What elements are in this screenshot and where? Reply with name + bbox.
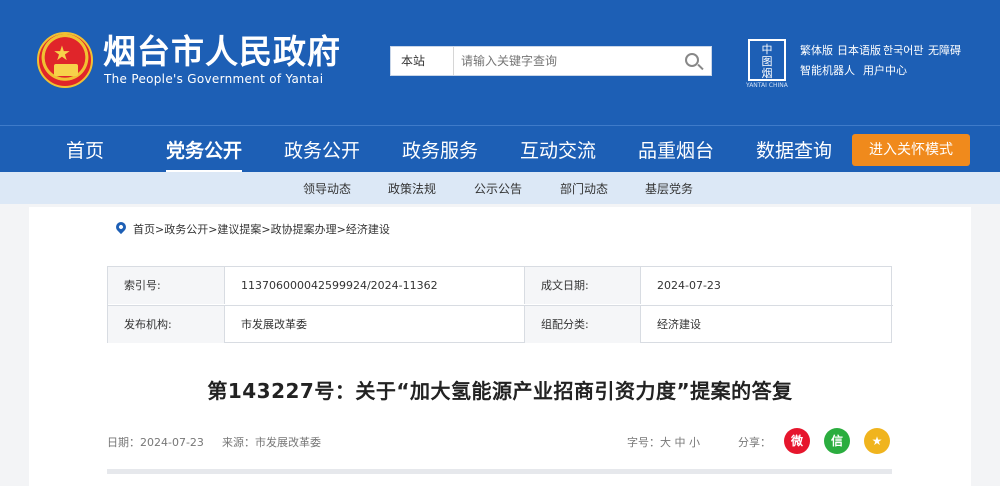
category-label: 组配分类: — [524, 306, 640, 343]
search-box: 本站 — [390, 46, 712, 76]
content-panel: 首页>政务公开>建议提案>政协提案办理>经济建设 索引号: 1137060000… — [29, 207, 971, 486]
subnav-announcements[interactable]: 公示公告 — [474, 180, 522, 197]
nav-gov-affairs[interactable]: 政务公开 — [284, 136, 360, 163]
index-value: 113706000042599924/2024-11362 — [224, 267, 524, 304]
nav-yantai[interactable]: 品重烟台 — [638, 136, 714, 163]
nav-data-query[interactable]: 数据查询 — [756, 136, 832, 163]
national-emblem-icon: ★ — [37, 32, 93, 88]
org-label: 发布机构: — [108, 306, 224, 343]
category-value: 经济建设 — [640, 306, 893, 343]
document-title: 第143227号：关于“加大氢能源产业招商引资力度”提案的答复 — [207, 379, 793, 403]
subnav-policies[interactable]: 政策法规 — [388, 180, 436, 197]
nav-party-affairs[interactable]: 党务公开 — [166, 136, 243, 173]
document-source: 来源：市发展改革委 — [222, 436, 321, 449]
search-input[interactable] — [461, 51, 671, 71]
link-robot[interactable]: 智能机器人 — [800, 62, 855, 78]
date-value: 2024-07-23 — [640, 267, 893, 304]
nav-gov-services[interactable]: 政务服务 — [402, 136, 478, 163]
index-label: 索引号: — [108, 267, 224, 304]
subnav-department-news[interactable]: 部门动态 — [560, 180, 608, 197]
document-date: 日期：2024-07-23 — [107, 436, 204, 449]
link-korean[interactable]: 한국어판 — [883, 42, 923, 58]
favorite-star-icon[interactable]: ★ — [864, 428, 890, 454]
subnav-leader-news[interactable]: 领导动态 — [303, 180, 351, 197]
seal-caption: YANTAI CHINA — [746, 82, 788, 89]
nav-home[interactable]: 首页 — [66, 136, 104, 163]
org-value: 市发展改革委 — [224, 306, 524, 343]
wechat-share-icon[interactable]: 信 — [824, 428, 850, 454]
link-user-center[interactable]: 用户中心 — [863, 62, 907, 78]
document-meta-table: 索引号: 113706000042599924/2024-11362 成文日期:… — [107, 266, 893, 343]
yantai-seal-logo: 中图烟 — [748, 39, 786, 81]
link-japanese[interactable]: 日本语版 — [837, 42, 881, 58]
meta-row: 索引号: 113706000042599924/2024-11362 成文日期:… — [108, 267, 893, 305]
site-header: ★ 烟台市人民政府 The People's Government of Yan… — [0, 0, 1000, 125]
nav-interaction[interactable]: 互动交流 — [520, 136, 596, 163]
search-icon[interactable] — [685, 53, 699, 67]
breadcrumb[interactable]: 首页>政务公开>建议提案>政协提案办理>经济建设 — [133, 221, 390, 237]
care-mode-button[interactable]: 进入关怀模式 — [852, 134, 970, 166]
font-size-controls[interactable]: 字号：大 中 小 — [627, 434, 700, 450]
content-divider — [107, 469, 892, 474]
search-scope-select[interactable]: 本站 — [391, 47, 454, 75]
link-accessibility[interactable]: 无障碍 — [928, 42, 961, 58]
subnav-grassroots[interactable]: 基层党务 — [645, 180, 693, 197]
location-pin-icon — [113, 219, 129, 235]
sub-nav: 领导动态 政策法规 公示公告 部门动态 基层党务 — [0, 172, 1000, 204]
meta-row: 发布机构: 市发展改革委 组配分类: 经济建设 — [108, 305, 893, 343]
site-title[interactable]: 烟台市人民政府 — [103, 33, 341, 71]
share-label: 分享： — [738, 436, 771, 449]
link-traditional[interactable]: 繁体版 — [800, 42, 833, 58]
main-nav: 首页 党务公开 政务公开 政务服务 互动交流 品重烟台 数据查询 进入关怀模式 — [0, 125, 1000, 173]
site-subtitle: The People's Government of Yantai — [104, 72, 324, 86]
weibo-share-icon[interactable]: 微 — [784, 428, 810, 454]
date-label: 成文日期: — [524, 267, 640, 304]
